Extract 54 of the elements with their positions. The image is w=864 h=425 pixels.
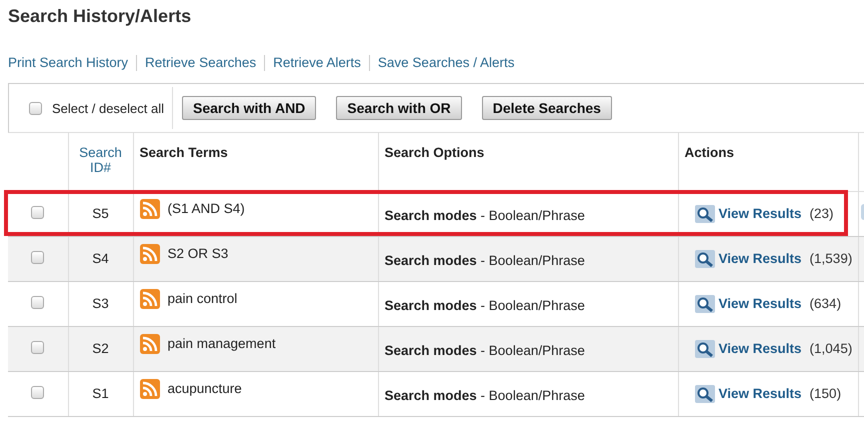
column-header: Search Terms	[140, 145, 228, 160]
checkbox[interactable]	[31, 296, 44, 308]
view-results-link[interactable]: View Results	[718, 296, 802, 311]
view-results-link[interactable]: View Results	[718, 206, 802, 221]
result-count: (1,539)	[810, 251, 852, 266]
result-count: (634)	[810, 296, 842, 311]
search-terms: (S1 AND S4)	[168, 201, 245, 216]
column-header: Search Options	[384, 145, 484, 160]
search-terms: S2 OR S3	[168, 246, 228, 261]
search-icon[interactable]	[694, 204, 714, 222]
toolbar-link[interactable]: Print Search History	[8, 55, 128, 70]
search-icon[interactable]	[694, 294, 714, 312]
search-icon[interactable]	[694, 340, 714, 358]
select-all-label: Select / deselect all	[52, 100, 164, 116]
checkbox[interactable]	[29, 102, 42, 114]
search-options: Search modes - Boolean/Phrase	[384, 208, 585, 223]
rss-icon[interactable]	[140, 244, 160, 264]
search-id: S5	[92, 206, 109, 221]
search-options: Search modes - Boolean/Phrase	[384, 388, 585, 403]
rss-icon[interactable]	[140, 288, 160, 308]
search-id: S3	[92, 296, 109, 311]
action-button[interactable]: Delete Searches	[482, 96, 612, 120]
search-id: S1	[92, 386, 109, 401]
search-icon[interactable]	[694, 250, 714, 268]
checkbox[interactable]	[31, 340, 44, 354]
rss-icon[interactable]	[140, 334, 160, 354]
toolbar-link[interactable]: Retrieve Searches	[145, 55, 256, 70]
search-terms: pain control	[168, 291, 238, 306]
rss-icon[interactable]	[140, 198, 160, 218]
view-results-link[interactable]: View Results	[718, 251, 802, 266]
page-title: Search History/Alerts	[7, 5, 192, 28]
column-header: Actions	[684, 145, 734, 160]
search-terms: pain management	[168, 336, 276, 351]
rss-icon[interactable]	[140, 378, 160, 398]
column-header[interactable]: Search ID#	[74, 145, 126, 175]
result-count: (1,045)	[810, 341, 852, 356]
result-count: (150)	[810, 386, 842, 401]
search-id: S2	[92, 341, 109, 356]
checkbox[interactable]	[31, 386, 44, 398]
search-options: Search modes - Boolean/Phrase	[384, 343, 585, 358]
action-button[interactable]: Search with AND	[182, 96, 316, 120]
search-options: Search modes - Boolean/Phrase	[384, 253, 585, 268]
checkbox[interactable]	[31, 250, 44, 264]
search-id: S4	[92, 251, 109, 266]
view-results-link[interactable]: View Results	[718, 341, 802, 356]
search-options: Search modes - Boolean/Phrase	[384, 298, 585, 313]
view-results-link[interactable]: View Results	[718, 386, 802, 401]
action-button[interactable]: Search with OR	[336, 96, 462, 120]
search-icon[interactable]	[694, 384, 714, 402]
search-terms: acupuncture	[168, 381, 242, 396]
checkbox[interactable]	[31, 206, 44, 218]
result-count: (23)	[810, 206, 834, 221]
toolbar-link[interactable]: Save Searches / Alerts	[378, 55, 514, 70]
toolbar-link[interactable]: Retrieve Alerts	[273, 55, 361, 70]
